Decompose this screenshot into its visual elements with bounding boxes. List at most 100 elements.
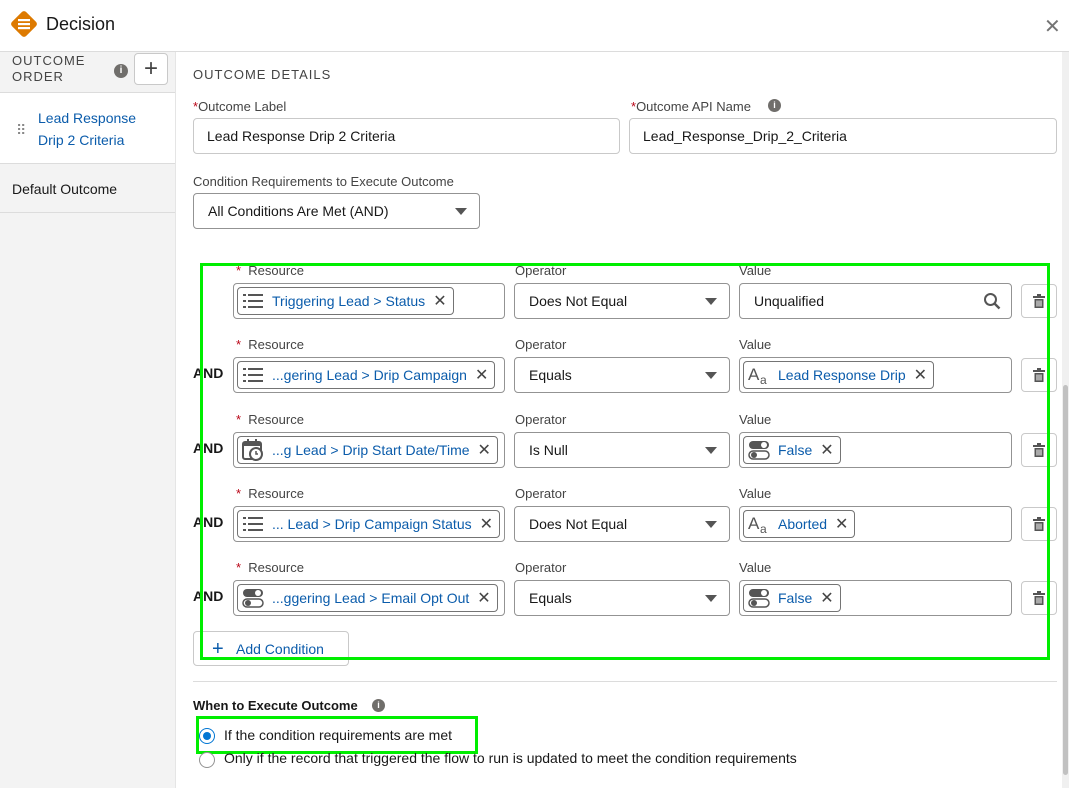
value-label: Value [739, 263, 772, 278]
resource-pill[interactable]: ...ggering Lead > Email Opt Out ✕ [237, 584, 498, 612]
delete-condition-button[interactable] [1021, 358, 1057, 392]
trash-icon [1033, 517, 1045, 531]
remove-icon[interactable]: ✕ [914, 365, 927, 385]
resource-field[interactable]: ... Lead > Drip Campaign Status ✕ [233, 506, 505, 542]
operator-select[interactable]: Does Not Equal [514, 506, 730, 542]
remove-icon[interactable]: ✕ [835, 514, 848, 534]
value-pill[interactable]: False ✕ [743, 584, 841, 612]
info-icon[interactable]: i [114, 64, 128, 78]
radio-condition-met[interactable] [199, 728, 215, 744]
resource-field[interactable]: ...gering Lead > Drip Campaign ✕ [233, 357, 505, 393]
resource-pill-label: ...g Lead > Drip Start Date/Time [272, 442, 470, 458]
sidebar-item-label[interactable]: Default Outcome [12, 181, 117, 197]
remove-icon[interactable]: ✕ [820, 588, 833, 608]
value-pill[interactable]: Aa Aborted ✕ [743, 510, 856, 538]
svg-text:A: A [748, 514, 760, 533]
operator-label: Operator [515, 560, 567, 575]
value-pill[interactable]: Aa Lead Response Drip ✕ [743, 361, 935, 389]
select-value: Equals [529, 367, 572, 383]
radio-label[interactable]: If the condition requirements are met [224, 727, 452, 743]
resource-field[interactable]: Triggering Lead > Status ✕ [233, 283, 505, 319]
delete-condition-button[interactable] [1021, 581, 1057, 615]
and-label: AND [193, 588, 224, 604]
condition-requirements-select[interactable]: All Conditions Are Met (AND) [193, 193, 480, 229]
radio-label[interactable]: Only if the record that triggered the fl… [224, 750, 797, 766]
sidebar-item-label[interactable]: Lead Response Drip 2 Criteria [38, 107, 158, 151]
operator-select[interactable]: Does Not Equal [514, 283, 730, 319]
trash-icon [1033, 591, 1045, 605]
resource-field[interactable]: ...g Lead > Drip Start Date/Time ✕ [233, 432, 505, 468]
and-label: AND [193, 514, 224, 530]
remove-icon[interactable]: ✕ [478, 440, 491, 460]
value-pill[interactable]: False ✕ [743, 436, 841, 464]
execute-title: When to Execute Outcome [193, 698, 358, 713]
operator-select[interactable]: Equals [514, 357, 730, 393]
divider [193, 681, 1057, 682]
delete-condition-button[interactable] [1021, 507, 1057, 541]
api-name-field-label: *Outcome API Name [631, 99, 751, 114]
resource-pill[interactable]: ... Lead > Drip Campaign Status ✕ [237, 510, 501, 538]
operator-label: Operator [515, 337, 567, 352]
resource-pill-label: ...gering Lead > Drip Campaign [272, 367, 467, 383]
value-input[interactable]: Unqualified [739, 283, 1012, 319]
select-value: Equals [529, 590, 572, 606]
picklist-icon [242, 513, 264, 535]
radio-record-updated[interactable] [199, 752, 215, 768]
text-icon: Aa [748, 364, 770, 386]
chevron-down-icon [705, 447, 717, 454]
remove-icon[interactable]: ✕ [477, 588, 490, 608]
value-pill-label: False [778, 442, 813, 458]
outcome-order-label: OUTCOME ORDER [12, 53, 86, 84]
value-label: Value [739, 560, 772, 575]
value-text: Unqualified [754, 293, 825, 309]
add-condition-button[interactable]: + Add Condition [193, 631, 349, 666]
decision-icon [8, 8, 40, 40]
resource-pill[interactable]: ...gering Lead > Drip Campaign ✕ [237, 361, 496, 389]
info-icon[interactable]: i [768, 99, 781, 112]
value-pill-label: False [778, 590, 813, 606]
drag-handle-icon[interactable]: ⠿ [16, 122, 26, 139]
outcome-label-input[interactable]: Lead Response Drip 2 Criteria [193, 118, 620, 154]
chevron-down-icon [455, 208, 467, 215]
and-label: AND [193, 440, 224, 456]
value-field[interactable]: Aa Aborted ✕ [739, 506, 1012, 542]
value-field[interactable]: False ✕ [739, 432, 1012, 468]
scrollbar-thumb[interactable] [1063, 385, 1068, 775]
remove-icon[interactable]: ✕ [433, 291, 446, 311]
svg-text:a: a [760, 522, 767, 535]
toggle-icon [748, 587, 770, 609]
operator-label: Operator [515, 263, 567, 278]
close-icon[interactable]: ✕ [1044, 14, 1061, 39]
resource-field[interactable]: ...ggering Lead > Email Opt Out ✕ [233, 580, 505, 616]
resource-label: * Resource [236, 560, 304, 575]
value-field[interactable]: False ✕ [739, 580, 1012, 616]
picklist-icon [242, 364, 264, 386]
resource-pill-label: ...ggering Lead > Email Opt Out [272, 590, 470, 606]
resource-pill[interactable]: Triggering Lead > Status ✕ [237, 287, 454, 315]
resource-pill-label: ... Lead > Drip Campaign Status [272, 516, 472, 532]
select-value: Does Not Equal [529, 516, 628, 532]
resource-pill-label: Triggering Lead > Status [272, 293, 426, 309]
add-outcome-button[interactable]: + [134, 53, 168, 85]
operator-select[interactable]: Equals [514, 580, 730, 616]
value-label: Value [739, 337, 772, 352]
delete-condition-button[interactable] [1021, 284, 1057, 318]
svg-text:a: a [760, 373, 767, 386]
select-value: Does Not Equal [529, 293, 628, 309]
remove-icon[interactable]: ✕ [475, 365, 488, 385]
svg-text:A: A [748, 365, 760, 384]
chevron-down-icon [705, 521, 717, 528]
chevron-down-icon [705, 298, 717, 305]
operator-select[interactable]: Is Null [514, 432, 730, 468]
delete-condition-button[interactable] [1021, 433, 1057, 467]
resource-pill[interactable]: ...g Lead > Drip Start Date/Time ✕ [237, 436, 498, 464]
info-icon[interactable]: i [372, 699, 385, 712]
value-label: Value [739, 486, 772, 501]
condition-requirements-label: Condition Requirements to Execute Outcom… [193, 174, 454, 189]
remove-icon[interactable]: ✕ [480, 514, 493, 534]
text-icon: Aa [748, 513, 770, 535]
value-field[interactable]: Aa Lead Response Drip ✕ [739, 357, 1012, 393]
api-name-input[interactable]: Lead_Response_Drip_2_Criteria [629, 118, 1057, 154]
modal-header [0, 0, 1069, 52]
remove-icon[interactable]: ✕ [820, 440, 833, 460]
